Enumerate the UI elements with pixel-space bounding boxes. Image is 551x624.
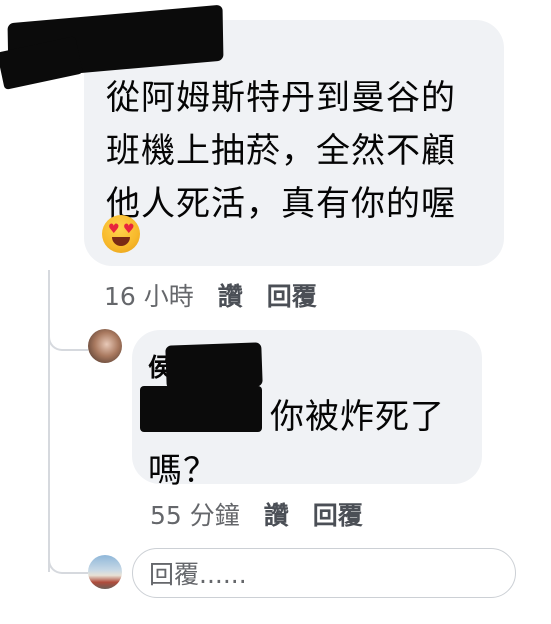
heart-icon: ♥ xyxy=(123,222,135,237)
reply-body-line: 你被炸死了 xyxy=(270,397,445,437)
reply-body-line: 嗎？ xyxy=(148,451,218,491)
current-user-avatar xyxy=(88,555,122,589)
like-button[interactable]: 讚 xyxy=(218,277,243,313)
heart-eyes-emoji-icon: ♥ ♥ xyxy=(102,215,140,253)
smile-mouth xyxy=(112,237,130,246)
comment-thread: 從阿姆斯特丹到曼谷的 班機上抽菸，全然不顧 他人死活，真有你的喔 ♥ ♥ 16 … xyxy=(0,0,551,624)
reply-timestamp[interactable]: 55 分鐘 xyxy=(150,496,240,532)
reply-input-placeholder: 回覆...... xyxy=(149,560,247,589)
heart-icon: ♥ xyxy=(108,222,120,237)
reply-button[interactable]: 回覆 xyxy=(267,277,317,313)
reply-input[interactable]: 回覆...... xyxy=(132,548,516,598)
reply-body: 你被炸死了 嗎？ xyxy=(148,390,468,498)
reply-meta: 55 分鐘 讚 回覆 xyxy=(150,496,387,532)
thread-line xyxy=(48,270,50,572)
reply-author-avatar[interactable] xyxy=(88,329,122,363)
thread-branch-composer xyxy=(48,556,88,574)
comment-timestamp[interactable]: 16 小時 xyxy=(104,277,194,313)
comment-body: 從阿姆斯特丹到曼谷的 班機上抽菸，全然不顧 他人死活，真有你的喔 xyxy=(106,78,456,224)
comment-meta: 16 小時 讚 回覆 xyxy=(104,277,341,313)
redaction-mark xyxy=(165,342,263,390)
reply-button[interactable]: 回覆 xyxy=(313,496,363,532)
like-button[interactable]: 讚 xyxy=(264,496,289,532)
thread-branch-reply xyxy=(48,335,88,351)
